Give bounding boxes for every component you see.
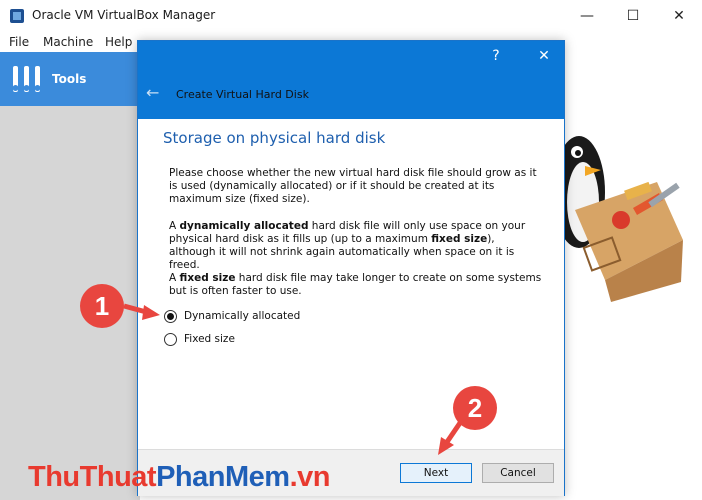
minimize-button[interactable]: — <box>564 0 610 32</box>
fixed-description-paragraph: A fixed size hard disk file may take lon… <box>169 272 542 297</box>
dialog-body: Storage on physical hard disk Please cho… <box>138 119 564 449</box>
option-fixed-size[interactable]: Fixed size <box>164 330 235 348</box>
back-arrow-icon[interactable]: ← <box>146 83 159 102</box>
help-button[interactable]: ? <box>478 41 514 71</box>
virtualbox-toolbox-illustration <box>565 136 683 302</box>
maximize-button[interactable]: ☐ <box>610 0 656 32</box>
page-heading: Storage on physical hard disk <box>163 129 386 147</box>
dialog-header-title: Create Virtual Hard Disk <box>176 88 309 101</box>
tools-welcome-pane <box>565 52 702 500</box>
dynamic-description-paragraph: A dynamically allocated hard disk file w… <box>169 220 526 271</box>
next-button[interactable]: Next <box>400 463 472 483</box>
sidebar: Tools <box>0 52 140 500</box>
intro-paragraph: Please choose whether the new virtual ha… <box>169 167 537 205</box>
tools-label: Tools <box>52 72 87 86</box>
menu-help[interactable]: Help <box>105 35 132 49</box>
cancel-button[interactable]: Cancel <box>482 463 554 483</box>
watermark-logo: ThuThuatPhanMem.vn <box>28 461 330 493</box>
fixed-size-label: Fixed size <box>184 333 235 345</box>
option-dynamically-allocated[interactable]: Dynamically allocated <box>164 307 300 325</box>
close-dialog-button[interactable]: ✕ <box>526 41 562 71</box>
step-1-marker: 1 <box>80 284 124 328</box>
close-window-button[interactable]: ✕ <box>656 0 702 32</box>
menu-machine[interactable]: Machine <box>43 35 93 49</box>
main-window-titlebar: Oracle VM VirtualBox Manager — ☐ ✕ <box>0 0 702 32</box>
dialog-titlebar: ? ✕ <box>138 41 564 71</box>
menu-file[interactable]: File <box>9 35 29 49</box>
tools-icon <box>12 66 41 92</box>
fixed-size-radio[interactable] <box>164 332 177 346</box>
dialog-header: ← Create Virtual Hard Disk <box>138 71 564 119</box>
virtualbox-app-icon <box>10 9 24 23</box>
create-virtual-hard-disk-dialog: ? ✕ ← Create Virtual Hard Disk Storage o… <box>137 40 565 496</box>
dynamically-allocated-radio[interactable] <box>164 309 177 323</box>
sidebar-item-tools[interactable]: Tools <box>0 52 140 106</box>
dynamically-allocated-label: Dynamically allocated <box>184 310 301 322</box>
step-2-marker: 2 <box>453 386 497 430</box>
window-title: Oracle VM VirtualBox Manager <box>32 8 216 22</box>
